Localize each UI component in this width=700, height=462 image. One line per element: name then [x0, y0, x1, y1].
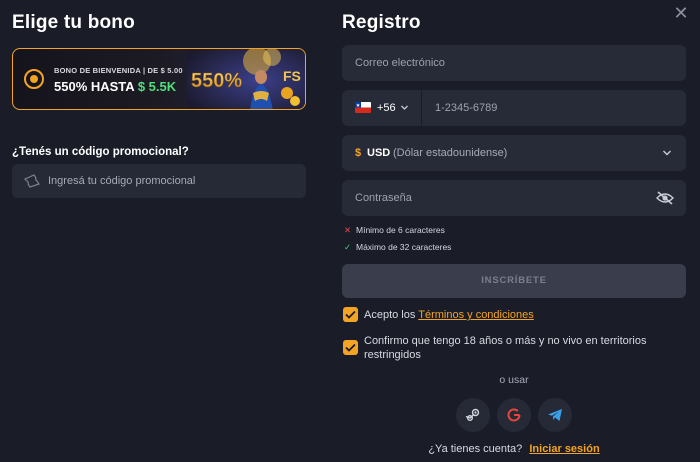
- register-button[interactable]: INSCRÍBETE: [342, 264, 686, 298]
- bonus-promo-image: 550% FS: [187, 49, 305, 109]
- chevron-down-icon: [401, 105, 408, 110]
- check-icon: [345, 310, 356, 319]
- bonus-radio-dot: [30, 75, 38, 83]
- currency-name: (Dólar estadounidense): [393, 147, 508, 159]
- bonus-amount: $ 5.5K: [137, 79, 177, 94]
- ticket-icon: [24, 174, 40, 188]
- bonus-subtitle: BONO DE BIENVENIDA | DE $ 5.00: [54, 66, 183, 75]
- country-code-select[interactable]: +56: [342, 90, 422, 126]
- promo-code-input[interactable]: Ingresá tu código promocional: [12, 164, 306, 198]
- close-button[interactable]: ✕: [672, 4, 690, 22]
- bonus-headline-text: 550% HASTA: [54, 79, 135, 94]
- google-login-button[interactable]: [497, 398, 531, 432]
- steam-login-button[interactable]: [456, 398, 490, 432]
- login-link[interactable]: Iniciar sesión: [529, 443, 599, 455]
- terms-checkbox[interactable]: [343, 307, 358, 322]
- chile-flag-icon: [355, 102, 371, 113]
- check-icon: [345, 343, 356, 352]
- google-icon: [507, 408, 521, 422]
- bonus-card[interactable]: BONO DE BIENVENIDA | DE $ 5.00 550% HAST…: [12, 48, 306, 110]
- bonus-art-text: 550%: [191, 70, 242, 92]
- currency-code: USD: [367, 147, 391, 159]
- password-placeholder: Contraseña: [355, 192, 412, 204]
- password-rule-min: ✕ Mínimo de 6 caracteres: [344, 225, 445, 236]
- password-rule-max: ✓ Máximo de 32 caracteres: [344, 242, 451, 253]
- age-confirm-label: Confirmo que tengo 18 años o más y no vi…: [364, 335, 647, 361]
- terms-label: Acepto los Términos y condiciones: [364, 308, 534, 322]
- email-field[interactable]: Correo electrónico: [342, 45, 686, 81]
- password-rule-min-text: Mínimo de 6 caracteres: [356, 225, 445, 235]
- currency-select[interactable]: $ USD (Dólar estadounidense): [342, 135, 686, 171]
- svg-text:FS: FS: [283, 68, 301, 84]
- or-use-label: o usar: [499, 374, 529, 386]
- currency-symbol: $: [355, 147, 362, 159]
- registration-title: Registro: [342, 12, 421, 33]
- eye-off-icon[interactable]: [656, 191, 674, 205]
- dial-code: +56: [377, 102, 396, 114]
- check-icon: ✓: [344, 242, 352, 252]
- bonus-title: Elige tu bono: [12, 12, 135, 33]
- chevron-down-icon: [663, 150, 671, 156]
- phone-placeholder: 1-2345-6789: [435, 102, 498, 114]
- password-rule-max-text: Máximo de 32 caracteres: [356, 242, 452, 252]
- phone-field[interactable]: +56 1-2345-6789: [342, 90, 686, 126]
- steam-icon: [465, 408, 480, 421]
- promo-question: ¿Tenés un código promocional?: [12, 146, 189, 158]
- login-prompt-text: ¿Ya tienes cuenta?: [428, 443, 523, 455]
- age-confirm-checkbox[interactable]: [343, 340, 358, 355]
- bonus-headline: 550% HASTA $ 5.5K: [54, 79, 176, 94]
- terms-link[interactable]: Términos y condiciones: [418, 309, 534, 321]
- promo-code-placeholder: Ingresá tu código promocional: [48, 175, 196, 187]
- telegram-icon: [548, 409, 562, 421]
- password-field[interactable]: Contraseña: [342, 180, 686, 216]
- email-placeholder: Correo electrónico: [355, 57, 445, 69]
- bonus-radio[interactable]: [24, 69, 44, 89]
- terms-prefix: Acepto los: [364, 309, 416, 321]
- login-prompt: ¿Ya tienes cuenta? Iniciar sesión: [342, 443, 686, 455]
- telegram-login-button[interactable]: [538, 398, 572, 432]
- x-icon: ✕: [344, 225, 352, 235]
